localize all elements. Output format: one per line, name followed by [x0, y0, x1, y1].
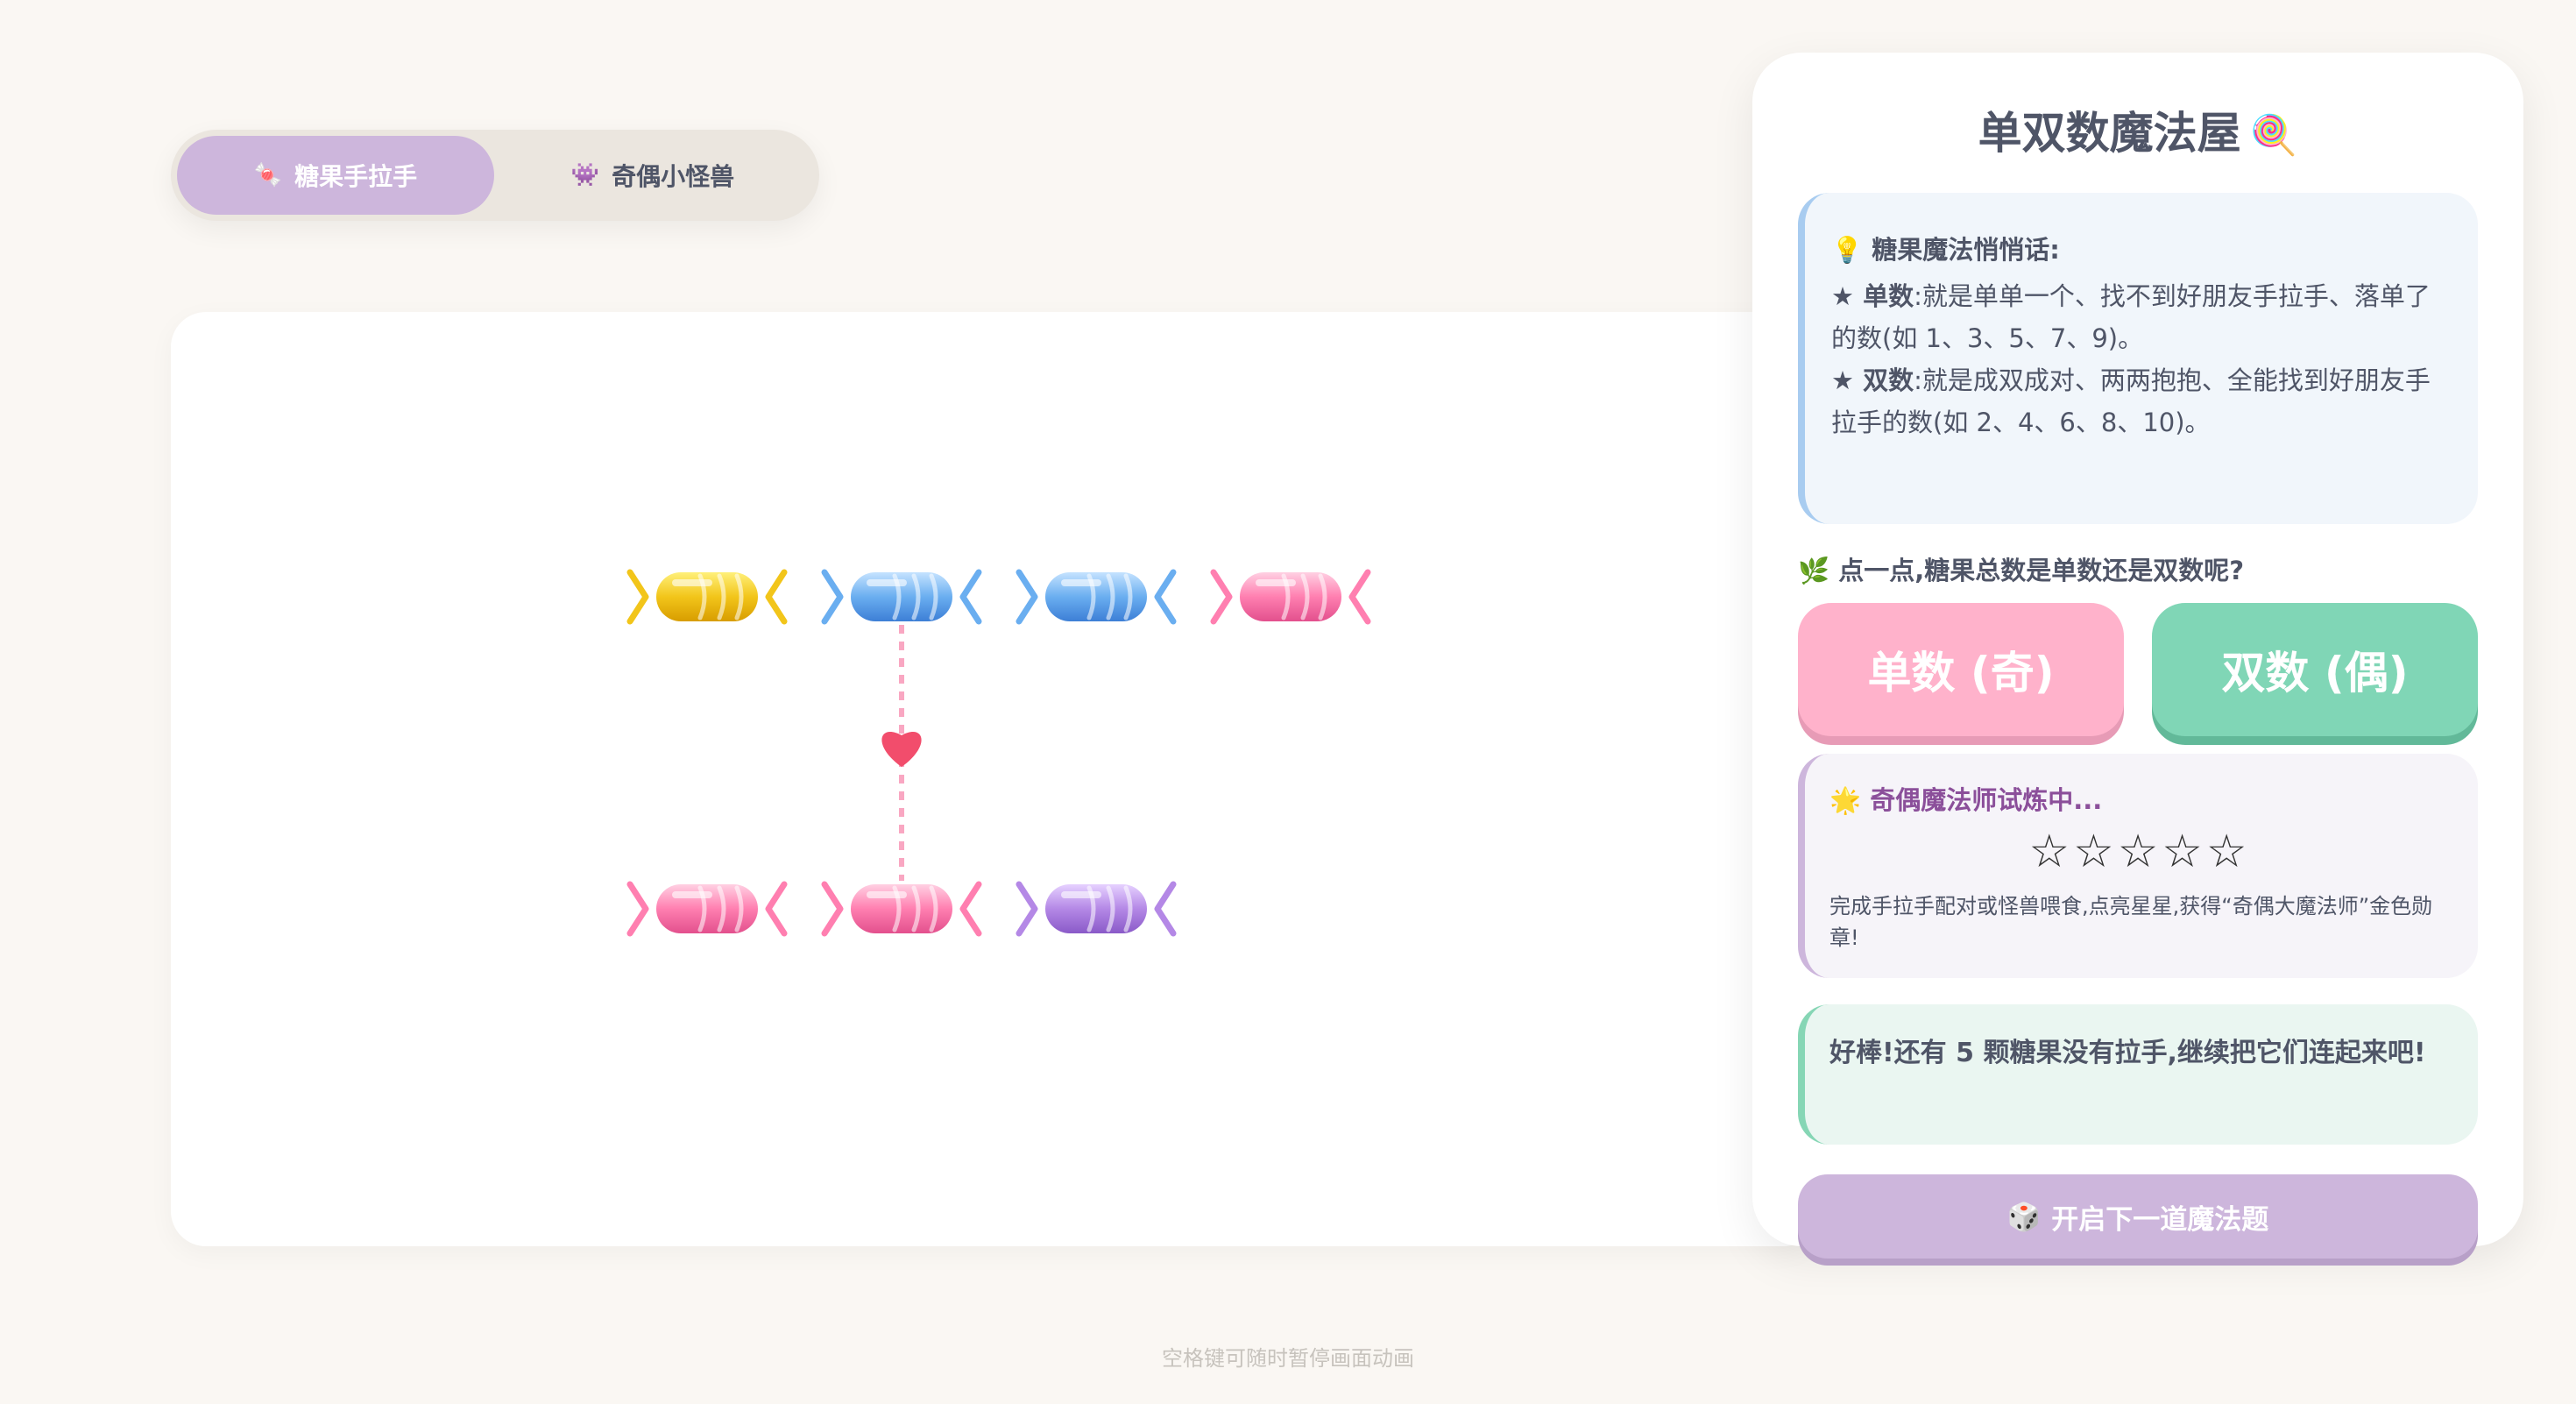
lollipop-icon: 🍭 — [2249, 113, 2298, 158]
candy-icon: 🍬 — [253, 162, 283, 188]
tab-label: 糖果手拉手 — [294, 162, 418, 191]
candy[interactable] — [1016, 881, 1177, 937]
candy[interactable] — [1210, 569, 1371, 625]
leaf-icon: 🌿 — [1798, 556, 1830, 585]
mode-tabs: 🍬 糖果手拉手 👾 奇偶小怪兽 — [171, 130, 819, 221]
candy-canvas — [626, 569, 1371, 937]
monster-icon: 👾 — [570, 162, 600, 188]
candy[interactable] — [821, 881, 982, 937]
odd-answer-button[interactable]: 单数 (奇) — [1798, 603, 2124, 736]
heart-icon — [881, 732, 922, 767]
tab-odd-even-monster[interactable]: 👾 奇偶小怪兽 — [494, 136, 811, 215]
question-text: 点一点,糖果总数是单数还是双数呢? — [1838, 556, 2245, 585]
even-answer-button[interactable]: 双数 (偶) — [2152, 603, 2478, 736]
candy-stage — [171, 312, 1818, 1246]
feedback-message: 好棒!还有 5 颗糖果没有拉手,继续把它们连起来吧! — [1798, 1004, 2478, 1145]
trial-description: 完成手拉手配对或怪兽喂食,点亮星星,获得“奇偶大魔法师”金色勋章! — [1829, 894, 2433, 950]
glowing-star-icon: 🌟 — [1829, 785, 1862, 815]
dice-icon: 🎲 — [2006, 1201, 2042, 1233]
candy[interactable] — [821, 569, 982, 625]
next-question-button[interactable]: 🎲 开启下一道魔法题 — [1798, 1174, 2478, 1259]
even-label: ★ 双数 — [1831, 365, 1914, 395]
question-prompt: 🌿 点一点,糖果总数是单数还是双数呢? — [1798, 550, 2244, 587]
odd-text: :就是单单一个、找不到好朋友手拉手、落单了的数(如 1、3、5、7、9)。 — [1831, 281, 2431, 353]
tips-heading: 💡 糖果魔法悄悄话: — [1831, 230, 2448, 266]
keyboard-hint: 空格键可随时暂停画面动画 — [1162, 1346, 1414, 1371]
lightbulb-icon: 💡 — [1831, 235, 1864, 265]
star-rating: ☆☆☆☆☆ — [2028, 826, 2251, 878]
even-definition: ★ 双数:就是成双成对、两两抱抱、全能找到好朋友手拉手的数(如 2、4、6、8、… — [1831, 359, 2448, 443]
candy[interactable] — [1016, 569, 1177, 625]
candy[interactable] — [626, 569, 788, 625]
candy[interactable] — [626, 881, 788, 937]
next-button-label: 开启下一道魔法题 — [2051, 1203, 2269, 1236]
tab-label: 奇偶小怪兽 — [612, 162, 735, 191]
odd-definition: ★ 单数:就是单单一个、找不到好朋友手拉手、落单了的数(如 1、3、5、7、9)… — [1831, 275, 2448, 359]
tab-candy-hand-in-hand[interactable]: 🍬 糖果手拉手 — [177, 136, 494, 215]
magic-tips-box: 💡 糖果魔法悄悄话: ★ 单数:就是单单一个、找不到好朋友手拉手、落单了的数(如… — [1798, 193, 2478, 524]
trial-progress-box: 🌟 奇偶魔法师试炼中... ☆☆☆☆☆ 完成手拉手配对或怪兽喂食,点亮星星,获得… — [1798, 754, 2478, 978]
odd-label: ★ 单数 — [1831, 281, 1914, 311]
panel-title: 单双数魔法屋 🍭 — [1752, 98, 2523, 161]
trial-heading-text: 奇偶魔法师试炼中... — [1870, 785, 2103, 815]
panel-title-text: 单双数魔法屋 — [1978, 108, 2241, 159]
side-panel: 单双数魔法屋 🍭 💡 糖果魔法悄悄话: ★ 单数:就是单单一个、找不到好朋友手拉手… — [1752, 53, 2523, 1259]
trial-heading: 🌟 奇偶魔法师试炼中... — [1829, 780, 2450, 817]
even-text: :就是成双成对、两两抱抱、全能找到好朋友手拉手的数(如 2、4、6、8、10)。 — [1831, 365, 2431, 437]
tips-heading-text: 糖果魔法悄悄话: — [1872, 235, 2060, 265]
